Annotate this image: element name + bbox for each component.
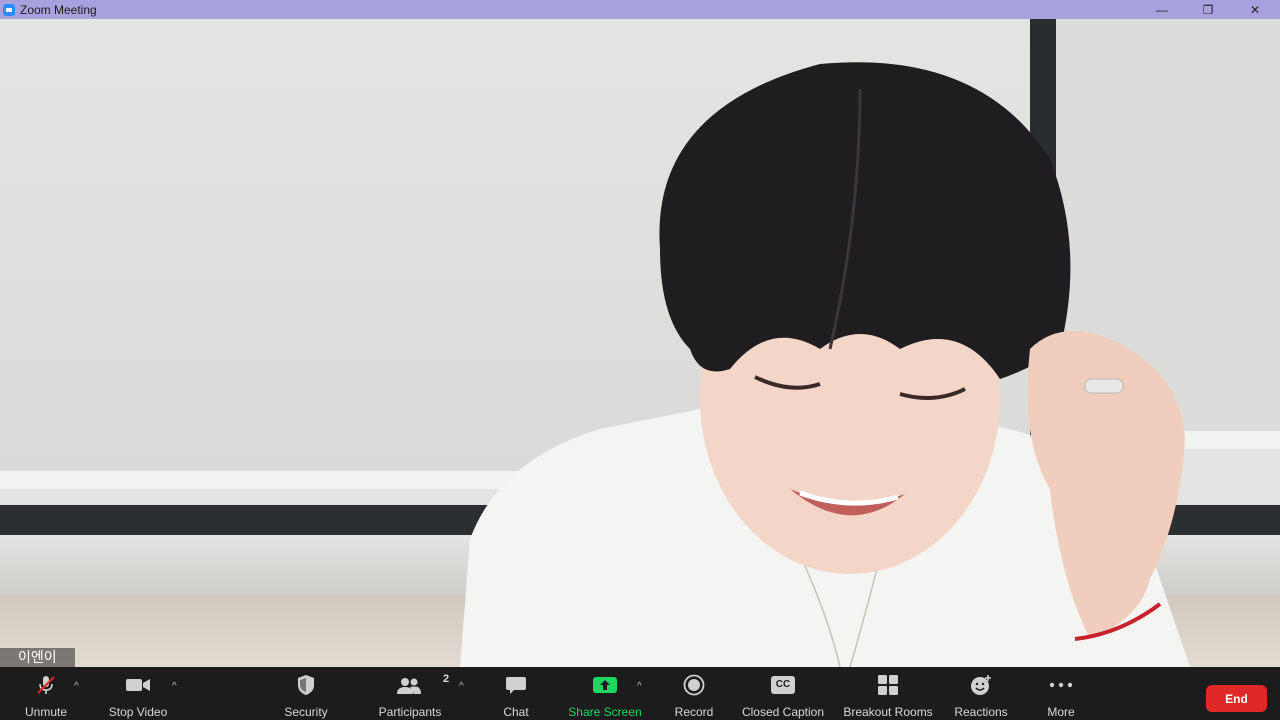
smiley-add-icon	[969, 667, 993, 703]
participants-count-badge: 2	[443, 673, 450, 685]
stop-video-label: Stop Video	[108, 705, 168, 719]
window-title: Zoom Meeting	[20, 2, 97, 17]
chat-bubble-icon	[505, 667, 527, 703]
cc-badge: CC	[771, 676, 795, 694]
participants-button[interactable]: 2 Participants	[374, 667, 449, 720]
breakout-rooms-icon	[877, 667, 899, 703]
security-button[interactable]: Security	[280, 667, 332, 720]
meeting-toolbar: Unmute ^ Stop Video ^ Security 2 Partici…	[0, 667, 1280, 720]
record-icon	[683, 667, 705, 703]
share-screen-icon	[592, 667, 618, 703]
unmute-button[interactable]: Unmute	[18, 667, 74, 720]
restore-button[interactable]: ❐	[1185, 0, 1231, 19]
share-screen-button[interactable]: Share Screen	[566, 667, 644, 720]
chat-label: Chat	[503, 705, 529, 719]
title-bar: Zoom Meeting — ❐ ✕	[0, 0, 1280, 19]
security-label: Security	[284, 705, 328, 719]
video-camera-icon	[125, 667, 151, 703]
record-label: Record	[674, 705, 714, 719]
close-button[interactable]: ✕	[1232, 0, 1278, 19]
unmute-label: Unmute	[24, 705, 68, 719]
chat-button[interactable]: Chat	[496, 667, 536, 720]
participants-icon: 2	[395, 667, 449, 703]
reactions-button[interactable]: Reactions	[952, 667, 1010, 720]
participant-video-person	[460, 62, 1190, 667]
closed-caption-icon: CC	[771, 667, 795, 703]
more-button[interactable]: More	[1040, 667, 1082, 720]
breakout-rooms-button[interactable]: Breakout Rooms	[842, 667, 934, 720]
video-options-caret[interactable]: ^	[172, 681, 177, 692]
closed-caption-label: Closed Caption	[741, 705, 825, 719]
participants-label: Participants	[378, 705, 442, 719]
more-label: More	[1047, 705, 1075, 719]
end-meeting-button[interactable]: End	[1206, 685, 1267, 712]
stop-video-button[interactable]: Stop Video	[104, 667, 172, 720]
share-options-caret[interactable]: ^	[637, 681, 642, 692]
closed-caption-button[interactable]: CC Closed Caption	[740, 667, 826, 720]
participants-options-caret[interactable]: ^	[459, 681, 464, 692]
microphone-muted-icon	[34, 667, 58, 703]
zoom-app-icon	[3, 3, 15, 16]
record-button[interactable]: Record	[672, 667, 716, 720]
more-dots-icon	[1049, 667, 1073, 703]
share-screen-label: Share Screen	[568, 705, 642, 719]
reactions-label: Reactions	[954, 705, 1008, 719]
minimize-button[interactable]: —	[1139, 0, 1185, 19]
shield-icon	[296, 667, 316, 703]
audio-options-caret[interactable]: ^	[74, 681, 79, 692]
video-feed: 이엔이	[0, 19, 1280, 667]
breakout-rooms-label: Breakout Rooms	[843, 705, 933, 719]
participant-name-tag: 이엔이	[0, 648, 75, 667]
